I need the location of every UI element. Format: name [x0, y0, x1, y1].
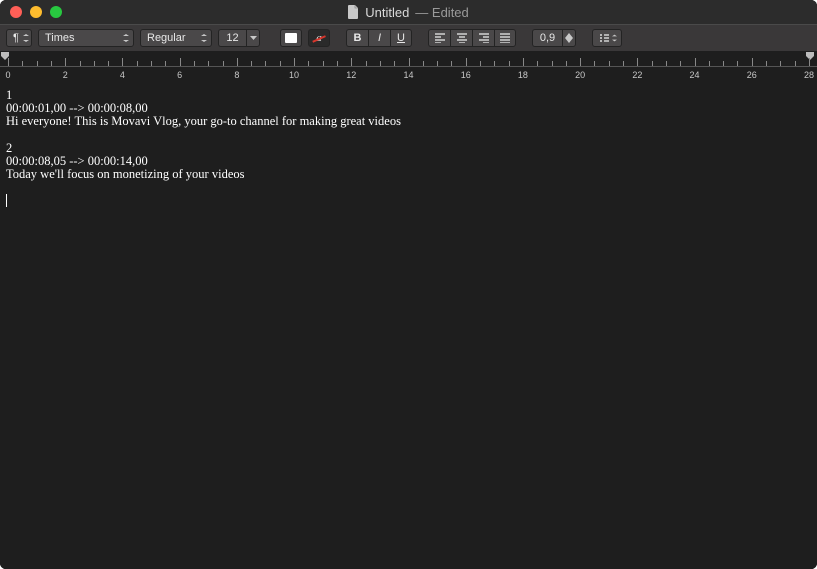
ruler-label: 20 — [575, 70, 585, 80]
align-right-button[interactable] — [472, 29, 494, 47]
highlight-color-button[interactable]: a — [308, 29, 330, 47]
line-spacing-stepper[interactable] — [562, 29, 576, 47]
text-color-swatch — [285, 33, 297, 43]
ruler-label: 18 — [518, 70, 528, 80]
edited-status: — Edited — [415, 5, 468, 20]
text-style-group: B I U — [346, 29, 412, 47]
font-size-input[interactable]: 12 — [218, 29, 246, 47]
chevron-down-icon — [201, 34, 207, 42]
font-family-select[interactable]: Times — [38, 29, 134, 47]
line-spacing-input[interactable]: 0,9 — [532, 29, 562, 47]
text-color-button[interactable] — [280, 29, 302, 47]
document-icon — [348, 5, 359, 19]
file-name: Untitled — [365, 5, 409, 20]
chevron-down-icon — [612, 34, 617, 42]
ruler-tick — [523, 58, 524, 66]
ruler[interactable]: 0246810121416182022242628 — [0, 52, 817, 81]
bold-button[interactable]: B — [346, 29, 368, 47]
align-center-button[interactable] — [450, 29, 472, 47]
ruler-label: 16 — [461, 70, 471, 80]
ruler-tick — [65, 58, 66, 66]
window-controls — [0, 6, 62, 18]
font-size-value: 12 — [226, 32, 238, 44]
ruler-label: 6 — [177, 70, 182, 80]
text-cursor — [6, 194, 7, 207]
left-indent-marker[interactable] — [1, 52, 11, 66]
ruler-tick — [409, 58, 410, 66]
chevron-down-icon — [23, 34, 29, 42]
textedit-window: Untitled — Edited ¶ Times Regular 12 — [0, 0, 817, 569]
title-bar[interactable]: Untitled — Edited — [0, 0, 817, 24]
align-justify-button[interactable] — [494, 29, 516, 47]
zoom-button[interactable] — [50, 6, 62, 18]
ruler-tick — [8, 58, 9, 66]
ruler-tick — [237, 58, 238, 66]
ruler-label: 14 — [403, 70, 413, 80]
ruler-tick — [180, 58, 181, 66]
ruler-tick — [294, 58, 295, 66]
window-title: Untitled — Edited — [0, 5, 817, 20]
list-style-select[interactable] — [592, 29, 622, 47]
document-body[interactable]: 1 00:00:01,00 --> 00:00:08,00 Hi everyon… — [0, 81, 817, 569]
ruler-label: 12 — [346, 70, 356, 80]
right-indent-marker[interactable] — [806, 52, 816, 66]
ruler-label: 28 — [804, 70, 814, 80]
ruler-tick — [695, 58, 696, 66]
pilcrow-icon: ¶ — [13, 32, 19, 44]
font-family-value: Times — [45, 32, 75, 44]
ruler-tick — [122, 58, 123, 66]
paragraph-style-select[interactable]: ¶ — [6, 29, 32, 47]
ruler-tick — [809, 58, 810, 66]
close-button[interactable] — [10, 6, 22, 18]
ruler-label: 8 — [234, 70, 239, 80]
line-spacing-value: 0,9 — [540, 32, 555, 44]
font-style-value: Regular — [147, 32, 186, 44]
italic-button[interactable]: I — [368, 29, 390, 47]
ruler-tick — [637, 58, 638, 66]
ruler-tick — [752, 58, 753, 66]
line-spacing-field: 0,9 — [532, 29, 576, 47]
font-style-select[interactable]: Regular — [140, 29, 212, 47]
font-size-dropdown[interactable] — [246, 29, 260, 47]
ruler-label: 4 — [120, 70, 125, 80]
ruler-label: 0 — [5, 70, 10, 80]
align-left-button[interactable] — [428, 29, 450, 47]
alignment-group — [428, 29, 516, 47]
chevron-down-icon — [123, 34, 129, 42]
minimize-button[interactable] — [30, 6, 42, 18]
ruler-tick — [580, 58, 581, 66]
ruler-label: 2 — [63, 70, 68, 80]
underline-button[interactable]: U — [390, 29, 412, 47]
ruler-label: 24 — [690, 70, 700, 80]
format-toolbar: ¶ Times Regular 12 — [0, 24, 817, 52]
ruler-tick — [351, 58, 352, 66]
font-size-field: 12 — [218, 29, 260, 47]
ruler-label: 26 — [747, 70, 757, 80]
ruler-tick — [466, 58, 467, 66]
list-icon — [599, 33, 609, 43]
ruler-label: 22 — [632, 70, 642, 80]
ruler-label: 10 — [289, 70, 299, 80]
